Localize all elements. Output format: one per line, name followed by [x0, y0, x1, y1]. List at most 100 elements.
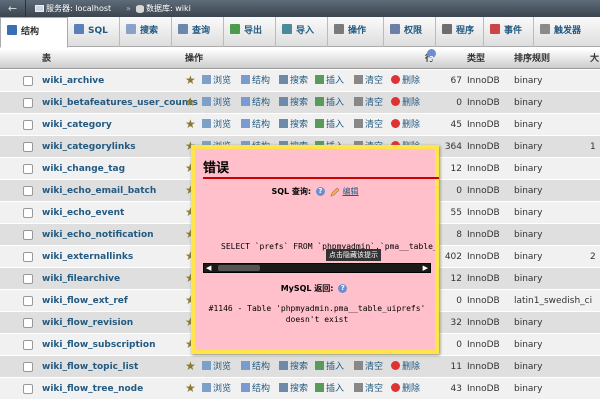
row-checkbox[interactable] — [23, 164, 33, 174]
tab-import[interactable]: 导入 — [276, 17, 328, 47]
browse-action[interactable]: 浏览 — [202, 378, 231, 400]
table-name-link[interactable]: wiki_flow_revision — [42, 312, 133, 334]
horizontal-scrollbar[interactable]: ◀ ▶ — [203, 263, 431, 273]
search-action[interactable]: 搜索 — [279, 356, 308, 378]
table-row: wiki_flow_topic_list ★ 浏览 结构 搜索 插入 清空 删除 11 InnoD… — [0, 356, 600, 378]
favorite-star-icon[interactable]: ★ — [185, 74, 196, 87]
sort-asc-icon: ▲ — [42, 55, 48, 63]
row-checkbox[interactable] — [23, 120, 33, 130]
search-action[interactable]: 搜索 — [279, 70, 308, 92]
events-icon — [490, 24, 500, 34]
table-name-link[interactable]: wiki_betafeatures_user_counts — [42, 92, 198, 114]
tab-query[interactable]: 查询 — [172, 17, 224, 47]
favorite-star-icon[interactable]: ★ — [185, 382, 196, 395]
search-action[interactable]: 搜索 — [279, 92, 308, 114]
table-row: wiki_archive ★ 浏览 结构 搜索 插入 清空 删除 67 InnoDB binary — [0, 70, 600, 92]
browse-action[interactable]: 浏览 — [202, 92, 231, 114]
table-name-link[interactable]: wiki_archive — [42, 70, 104, 92]
structure-icon — [241, 119, 250, 128]
scroll-left-icon[interactable]: ◀ — [206, 264, 211, 273]
tab-triggers[interactable]: 触发器 — [534, 17, 600, 47]
row-checkbox[interactable] — [23, 230, 33, 240]
table-name-link[interactable]: wiki_externallinks — [42, 246, 133, 268]
column-header-size[interactable]: 大 — [590, 49, 599, 69]
column-header-action: 操作 — [185, 54, 204, 64]
favorite-star-icon[interactable]: ★ — [185, 96, 196, 109]
insert-action[interactable]: 插入 — [315, 378, 344, 400]
structure-action[interactable]: 结构 — [241, 356, 270, 378]
breadcrumb-database[interactable]: 数据库: wiki — [136, 0, 191, 17]
table-name-link[interactable]: wiki_flow_tree_node — [42, 378, 143, 400]
table-name-link[interactable]: wiki_change_tag — [42, 158, 125, 180]
help-icon[interactable]: ? — [338, 284, 348, 293]
tab-events[interactable]: 事件 — [484, 17, 534, 47]
structure-action[interactable]: 结构 — [241, 70, 270, 92]
row-checkbox[interactable] — [23, 76, 33, 86]
empty-action[interactable]: 清空 — [354, 70, 383, 92]
help-icon[interactable]: ? — [427, 49, 436, 63]
row-checkbox[interactable] — [23, 362, 33, 372]
favorite-star-icon[interactable]: ★ — [185, 360, 196, 373]
drop-action[interactable]: 删除 — [391, 378, 420, 400]
help-icon[interactable]: ? — [315, 187, 325, 196]
row-checkbox[interactable] — [23, 274, 33, 284]
drop-action[interactable]: 删除 — [391, 92, 420, 114]
table-name-link[interactable]: wiki_echo_notification — [42, 224, 154, 246]
empty-action[interactable]: 清空 — [354, 92, 383, 114]
insert-icon — [315, 97, 324, 106]
tab-wrench[interactable]: 操作 — [328, 17, 384, 47]
favorite-star-icon[interactable]: ★ — [185, 118, 196, 131]
tab-privileges[interactable]: 权限 — [384, 17, 436, 47]
table-name-link[interactable]: wiki_categorylinks — [42, 136, 136, 158]
row-checkbox[interactable] — [23, 142, 33, 152]
search-action[interactable]: 搜索 — [279, 114, 308, 136]
browse-action[interactable]: 浏览 — [202, 356, 231, 378]
empty-action[interactable]: 清空 — [354, 378, 383, 400]
row-checkbox[interactable] — [23, 98, 33, 108]
back-arrow-icon[interactable]: ← — [0, 0, 26, 17]
scroll-right-icon[interactable]: ▶ — [423, 264, 428, 273]
breadcrumb-server[interactable]: 服务器: localhost — [35, 0, 111, 17]
table-name-link[interactable]: wiki_flow_ext_ref — [42, 290, 128, 312]
drop-action[interactable]: 删除 — [391, 114, 420, 136]
row-checkbox[interactable] — [23, 296, 33, 306]
scrollbar-thumb[interactable] — [218, 265, 260, 271]
table-name-link[interactable]: wiki_flow_subscription — [42, 334, 155, 356]
search-action[interactable]: 搜索 — [279, 378, 308, 400]
collation: binary — [514, 274, 543, 284]
structure-action[interactable]: 结构 — [241, 92, 270, 114]
tab-structure[interactable]: 结构 — [0, 17, 68, 48]
row-checkbox[interactable] — [23, 208, 33, 218]
insert-action[interactable]: 插入 — [315, 356, 344, 378]
tab-search[interactable]: 搜索 — [120, 17, 172, 47]
edit-pencil-icon[interactable] — [330, 187, 340, 197]
row-checkbox[interactable] — [23, 340, 33, 350]
tab-export[interactable]: 导出 — [224, 17, 276, 47]
tab-sql[interactable]: SQL — [68, 17, 120, 47]
row-checkbox[interactable] — [23, 186, 33, 196]
drop-action[interactable]: 删除 — [391, 70, 420, 92]
column-header-type[interactable]: 类型 — [467, 49, 485, 69]
table-name-link[interactable]: wiki_echo_email_batch — [42, 180, 156, 202]
drop-action[interactable]: 删除 — [391, 356, 420, 378]
row-checkbox[interactable] — [23, 384, 33, 394]
tab-routines[interactable]: 程序 — [436, 17, 484, 47]
table-name-link[interactable]: wiki_category — [42, 114, 112, 136]
empty-action[interactable]: 清空 — [354, 114, 383, 136]
table-name-link[interactable]: wiki_filearchive — [42, 268, 120, 290]
table-name-link[interactable]: wiki_flow_topic_list — [42, 356, 138, 378]
structure-action[interactable]: 结构 — [241, 378, 270, 400]
row-checkbox[interactable] — [23, 252, 33, 262]
insert-action[interactable]: 插入 — [315, 114, 344, 136]
browse-action[interactable]: 浏览 — [202, 70, 231, 92]
insert-action[interactable]: 插入 — [315, 70, 344, 92]
import-icon — [282, 24, 292, 34]
table-name-link[interactable]: wiki_echo_event — [42, 202, 124, 224]
insert-action[interactable]: 插入 — [315, 92, 344, 114]
edit-link[interactable]: 编辑 — [343, 187, 359, 196]
structure-action[interactable]: 结构 — [241, 114, 270, 136]
browse-action[interactable]: 浏览 — [202, 114, 231, 136]
row-checkbox[interactable] — [23, 318, 33, 328]
column-header-collation[interactable]: 排序规则 — [514, 49, 550, 69]
empty-action[interactable]: 清空 — [354, 356, 383, 378]
